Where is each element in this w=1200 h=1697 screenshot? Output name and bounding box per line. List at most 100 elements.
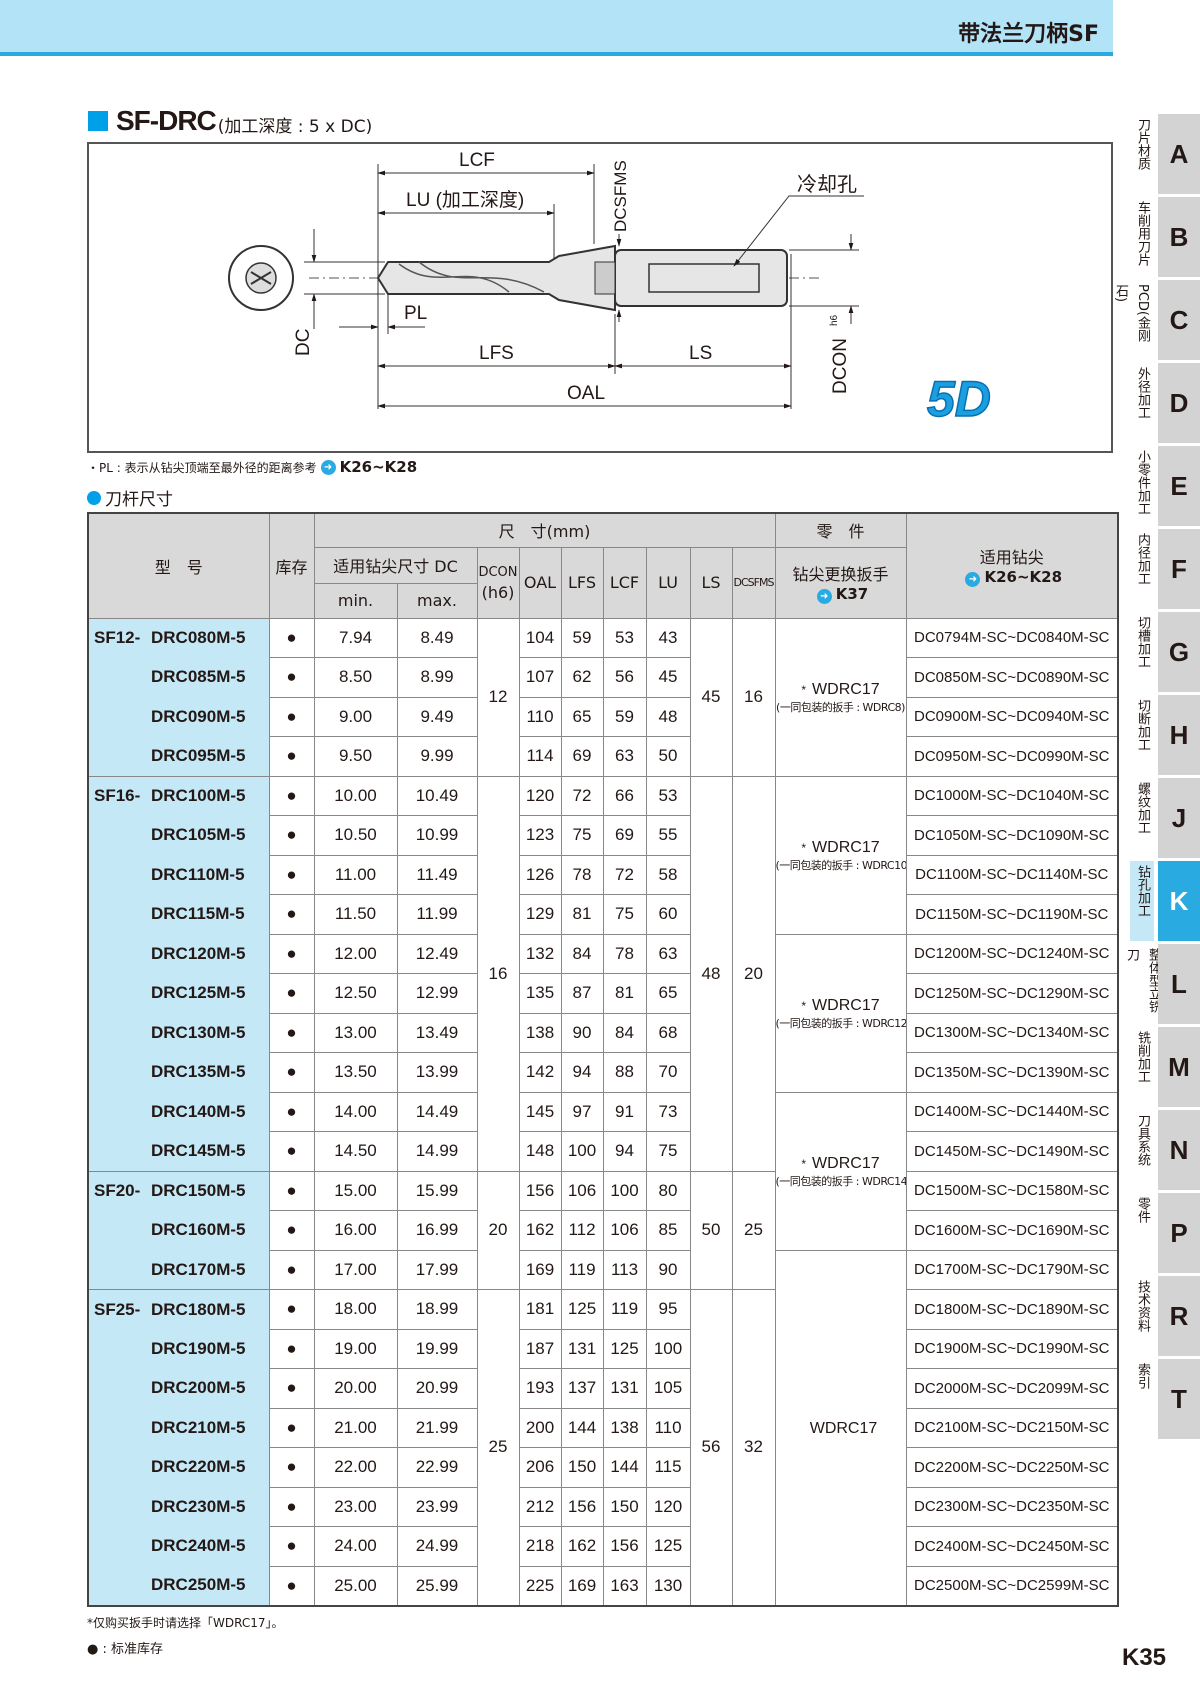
lu-cell: 63 (645, 933, 691, 974)
ls-cell: 48 (689, 775, 733, 1172)
model-cell: DRC085M-5 (87, 657, 270, 697)
side-tab-b[interactable]: B (1158, 197, 1200, 277)
header-lfs: LFS (560, 546, 604, 619)
model-code: DRC140M-5 (151, 1101, 246, 1121)
table-row: DRC170M-5 ● 17.00 17.99 169 119 113 90 WDRC17 DC1… (87, 1249, 1119, 1606)
oal-cell: 206 (518, 1447, 562, 1488)
lfs-cell: 144 (560, 1407, 604, 1448)
wrench-ref-link[interactable]: K37 (836, 585, 869, 603)
header-lcf: LCF (602, 546, 647, 619)
side-tab-m[interactable]: M (1158, 1027, 1200, 1107)
stock-indicator: ● (268, 617, 315, 658)
oal-cell: 181 (518, 1289, 562, 1330)
model-code: DRC190M-5 (151, 1338, 246, 1358)
side-tab-label: 小零件加工 (1135, 450, 1150, 515)
lcf-cell: 81 (602, 973, 647, 1014)
oal-label: OAL (567, 383, 605, 404)
tip-range: DC0794M-SC~DC0840M-SC (905, 617, 1119, 658)
side-tab-t[interactable]: T (1158, 1359, 1200, 1439)
lfs-cell: 162 (560, 1526, 604, 1567)
dc-max: 23.99 (396, 1486, 478, 1527)
side-tab-d[interactable]: D (1158, 363, 1200, 443)
tip-range: DC1900M-SC~DC1990M-SC (905, 1328, 1119, 1369)
lu-cell: 68 (645, 1012, 691, 1053)
tip-ref-link[interactable]: K26~K28 (984, 568, 1062, 586)
dc-label: DC (293, 329, 314, 356)
side-tab-h[interactable]: H (1158, 695, 1200, 775)
side-tab-p[interactable]: P (1158, 1193, 1200, 1273)
oal-cell: 225 (518, 1565, 562, 1606)
side-tab-r[interactable]: R (1158, 1276, 1200, 1356)
dcsfms-cell: 25 (731, 1170, 776, 1290)
side-tab-label: 钻孔加工 (1130, 861, 1154, 941)
model-cell: DRC170M-5 (87, 1250, 270, 1290)
dc-max: 20.99 (396, 1368, 478, 1409)
footnote-marker: * (801, 1156, 807, 1171)
lcf-cell: 91 (602, 1091, 647, 1132)
stock-indicator: ● (268, 1526, 315, 1567)
header-ls: LS (689, 546, 733, 619)
model-code: DRC240M-5 (151, 1536, 246, 1556)
model-code: DRC145M-5 (151, 1141, 246, 1160)
side-tab-l[interactable]: L (1158, 944, 1200, 1024)
model-cell: DRC250M-5 (87, 1566, 270, 1606)
side-tab-label: 车削用刀片 (1135, 201, 1150, 266)
table-row: SF16- DRC100M-5 ● 10.00 10.49 16 120 72 66 53 48 20… (87, 775, 1119, 1172)
lcf-cell: 53 (602, 617, 647, 658)
oal-cell: 129 (518, 894, 562, 935)
dc-min: 10.00 (313, 775, 398, 816)
wrench-cell: * WDRC17 (一同包装的扳手 : WDRC14) (774, 1091, 907, 1251)
stock-indicator: ● (268, 815, 315, 856)
pl-note-ref-link[interactable]: K26~K28 (340, 458, 418, 476)
lcf-cell: 125 (602, 1328, 647, 1369)
side-tab-label: 铣削加工 (1135, 1031, 1150, 1083)
header-oal: OAL (518, 546, 562, 619)
lfs-cell: 112 (560, 1210, 604, 1251)
lu-cell: 90 (645, 1249, 691, 1290)
side-tab-label: 刀具系统 (1135, 1114, 1150, 1166)
wrench-cell: * WDRC17 (一同包装的扳手 : WDRC10) (774, 775, 907, 935)
stock-indicator: ● (268, 1565, 315, 1606)
side-tab-a[interactable]: A (1158, 114, 1200, 194)
stock-indicator: ● (268, 696, 315, 737)
oal-cell: 187 (518, 1328, 562, 1369)
lu-cell: 125 (645, 1526, 691, 1567)
side-tab-g[interactable]: G (1158, 612, 1200, 692)
dc-min: 14.50 (313, 1131, 398, 1172)
side-tab-k[interactable]: K (1158, 861, 1200, 941)
lfs-cell: 169 (560, 1565, 604, 1606)
tip-range: DC1500M-SC~DC1580M-SC (905, 1170, 1119, 1211)
header-dcsfms: DCSFMS (731, 546, 776, 619)
tip-range: DC2100M-SC~DC2150M-SC (905, 1407, 1119, 1448)
header-tip: 适用钻尖 ➜ K26~K28 (905, 512, 1119, 619)
lu-cell: 73 (645, 1091, 691, 1132)
side-tab-e[interactable]: E (1158, 446, 1200, 526)
coolant-hole-label: 冷却孔 (797, 173, 857, 196)
oal-cell: 169 (518, 1249, 562, 1290)
stock-indicator: ● (268, 1170, 315, 1211)
lcf-cell: 63 (602, 736, 647, 777)
model-cell: DRC115M-5 (87, 894, 270, 934)
side-tab-n[interactable]: N (1158, 1110, 1200, 1190)
table-row: DRC120M-5 ● 12.00 12.49 132 84 78 63 * WDRC17 (一同包… (87, 933, 1119, 1093)
side-tab-j[interactable]: J (1158, 778, 1200, 858)
table-row: DRC135M-5 ● 13.50 13.99 142 94 88 70 DC1350M-SC~… (87, 1052, 1119, 1093)
stock-indicator: ● (268, 1407, 315, 1448)
stock-indicator: ● (268, 1210, 315, 1251)
side-tab-label: 整体型立铣刀 (1124, 948, 1161, 1013)
lu-cell: 48 (645, 696, 691, 737)
section-title: SF-DRC (加工深度 : 5 x DC) (88, 104, 372, 137)
lfs-cell: 125 (560, 1289, 604, 1330)
tip-range: DC1600M-SC~DC1690M-SC (905, 1210, 1119, 1251)
stock-indicator: ● (268, 1447, 315, 1488)
table-row: DRC145M-5 ● 14.50 14.99 148 100 94 75 DC1450M-SC… (87, 1131, 1119, 1172)
dcon-tolerance-label: h6 (829, 314, 840, 326)
side-tab-c[interactable]: C (1158, 280, 1200, 360)
oal-cell: 120 (518, 775, 562, 816)
table-title: 刀杆尺寸 (87, 485, 173, 510)
end-view-icon (228, 245, 294, 311)
table-row: DRC105M-5 ● 10.50 10.99 123 75 69 55 DC1050M-SC~… (87, 815, 1119, 856)
lu-cell: 95 (645, 1289, 691, 1330)
side-tab-f[interactable]: F (1158, 529, 1200, 609)
tip-range: DC1400M-SC~DC1440M-SC (905, 1091, 1119, 1132)
